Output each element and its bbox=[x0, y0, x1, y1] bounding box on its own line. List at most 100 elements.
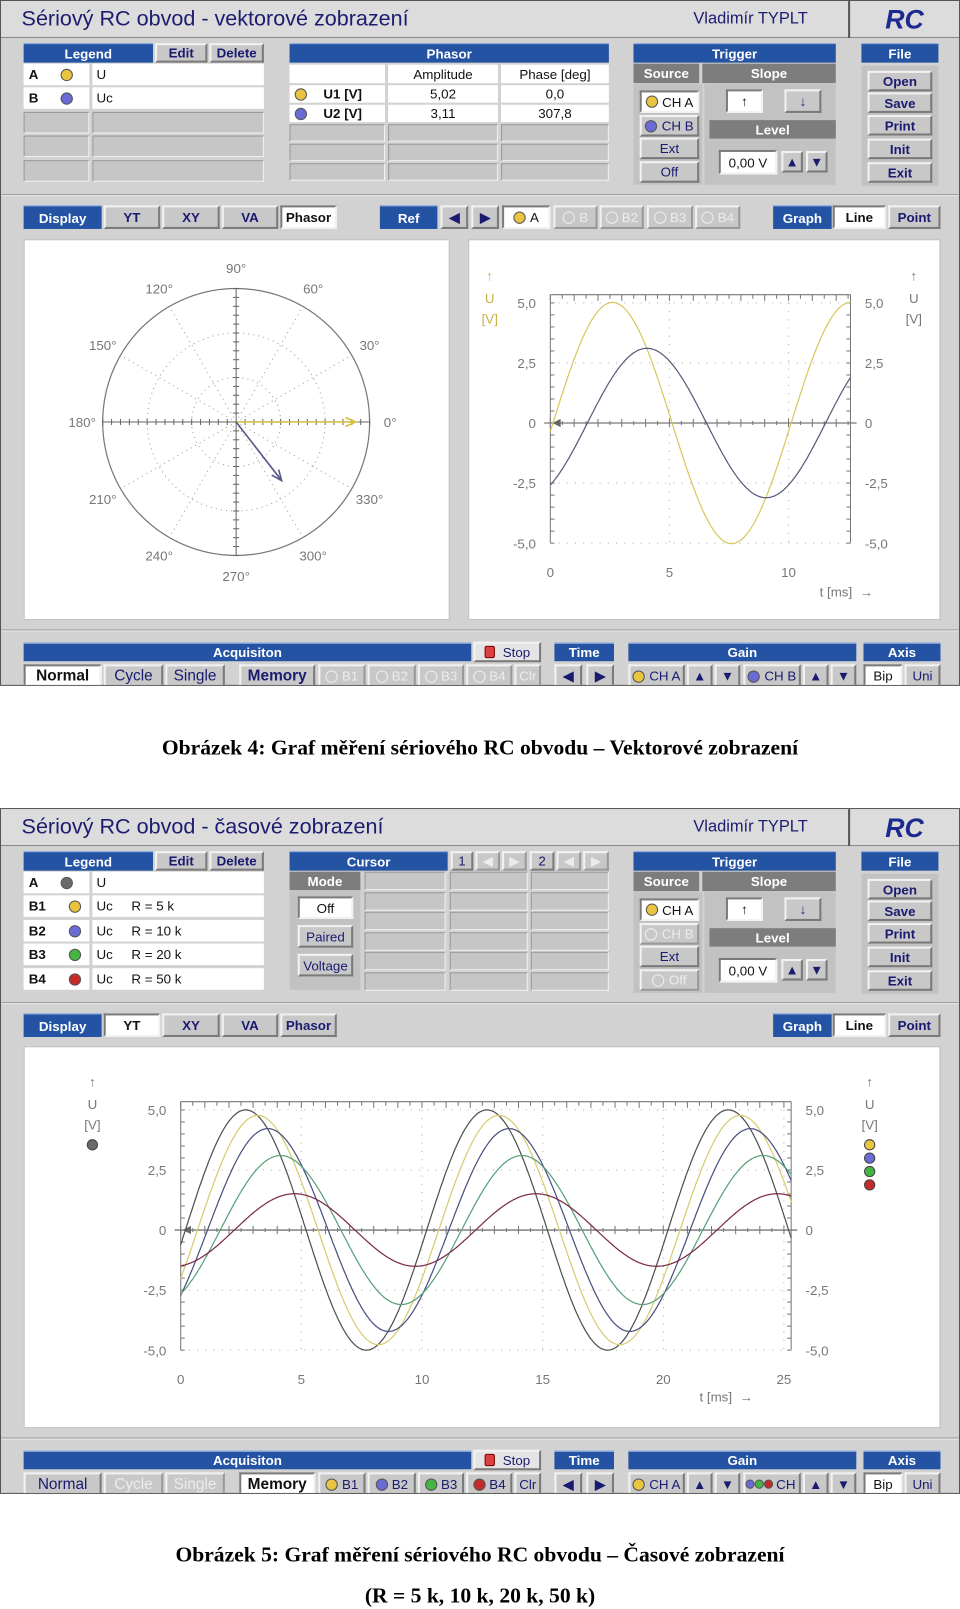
file-init-button[interactable]: Init bbox=[867, 138, 933, 160]
time-decrease-button[interactable]: ◀ bbox=[554, 1472, 583, 1493]
trigger-source-0-button[interactable]: CH A bbox=[639, 898, 700, 921]
legend-row-label[interactable]: Uc R = 10 k bbox=[92, 919, 264, 942]
gain-chb-button[interactable]: CH B bbox=[743, 1472, 801, 1493]
tab-va[interactable]: VA bbox=[221, 1013, 279, 1038]
clear-button[interactable]: Clr bbox=[514, 664, 542, 685]
legend-row-id[interactable]: B4 bbox=[23, 968, 90, 990]
level-input[interactable]: 0,00 V bbox=[718, 957, 778, 983]
gain-cha-up-button[interactable]: ▲ bbox=[686, 664, 713, 685]
stop-button[interactable]: Stop bbox=[473, 1449, 542, 1471]
memory-slot-0-button[interactable]: B1 bbox=[318, 1472, 366, 1493]
cursor-1-left-button[interactable]: ◀ bbox=[475, 851, 501, 871]
legend-row-id[interactable]: B2 bbox=[23, 919, 90, 942]
gain-chb-up-button[interactable]: ▲ bbox=[802, 664, 829, 685]
time-increase-button[interactable]: ▶ bbox=[586, 1472, 614, 1493]
delete-button[interactable]: Delete bbox=[209, 851, 264, 871]
legend-row-label[interactable]: Uc bbox=[92, 87, 264, 109]
memory-button[interactable]: Memory bbox=[239, 664, 316, 685]
gain-chb-down-button[interactable]: ▼ bbox=[830, 1472, 857, 1493]
trigger-source-2-button[interactable]: Ext bbox=[639, 945, 700, 968]
cursor-mode-1-button[interactable]: Paired bbox=[297, 925, 354, 948]
legend-row-id[interactable]: B3 bbox=[23, 943, 90, 966]
acq-mode-0-button[interactable]: Normal bbox=[23, 1472, 102, 1493]
gain-cha-down-button[interactable]: ▼ bbox=[714, 1472, 741, 1493]
cursor-1-button[interactable]: 1 bbox=[450, 851, 474, 871]
delete-button[interactable]: Delete bbox=[209, 43, 264, 63]
legend-row-label[interactable]: U bbox=[92, 63, 264, 86]
slope-up-button[interactable]: ↑ bbox=[725, 89, 763, 113]
time-increase-button[interactable]: ▶ bbox=[586, 664, 614, 685]
cursor-1-right-button[interactable]: ▶ bbox=[502, 851, 527, 871]
trigger-source-0-button[interactable]: CH A bbox=[639, 90, 700, 113]
trigger-source-1-button[interactable]: CH B bbox=[639, 114, 700, 137]
file-print-button[interactable]: Print bbox=[867, 923, 933, 944]
time-decrease-button[interactable]: ◀ bbox=[554, 664, 583, 685]
ref-next-button[interactable]: ▶ bbox=[471, 205, 499, 229]
acq-mode-0-button[interactable]: Normal bbox=[23, 664, 102, 685]
tab-yt[interactable]: YT bbox=[103, 1013, 161, 1038]
tab-phasor[interactable]: Phasor bbox=[280, 1013, 337, 1038]
cursor-2-button[interactable]: 2 bbox=[529, 851, 555, 871]
acq-mode-1-button[interactable]: Cycle bbox=[103, 664, 164, 685]
trigger-source-3-button[interactable]: Off bbox=[639, 161, 700, 183]
gain-cha-button[interactable]: CH A bbox=[628, 1472, 685, 1493]
legend-row-label[interactable]: Uc R = 5 k bbox=[92, 895, 264, 917]
level-up-button[interactable]: ▲ bbox=[781, 150, 803, 173]
gain-chb-up-button[interactable]: ▲ bbox=[802, 1472, 829, 1493]
gain-cha-down-button[interactable]: ▼ bbox=[714, 664, 741, 685]
axis-uni-button[interactable]: Uni bbox=[904, 664, 941, 685]
legend-row-id[interactable]: B1 bbox=[23, 895, 90, 917]
gain-chb-down-button[interactable]: ▼ bbox=[830, 664, 857, 685]
legend-row-id[interactable]: A bbox=[23, 871, 90, 894]
clear-button[interactable]: Clr bbox=[514, 1472, 542, 1493]
file-print-button[interactable]: Print bbox=[867, 114, 933, 136]
axis-bip-button[interactable]: Bip bbox=[863, 1472, 903, 1493]
edit-button[interactable]: Edit bbox=[155, 851, 208, 871]
cursor-2-left-button[interactable]: ◀ bbox=[556, 851, 582, 871]
file-save-button[interactable]: Save bbox=[867, 900, 933, 921]
legend-row-label[interactable]: U bbox=[92, 871, 264, 894]
level-down-button[interactable]: ▼ bbox=[805, 150, 828, 173]
legend-row-label[interactable]: Uc R = 50 k bbox=[92, 968, 264, 990]
tab-yt[interactable]: YT bbox=[103, 205, 161, 229]
tab-va[interactable]: VA bbox=[221, 205, 279, 229]
cursor-mode-2-button[interactable]: Voltage bbox=[297, 953, 354, 977]
gain-chb-button[interactable]: CH B bbox=[743, 664, 801, 685]
slope-up-button[interactable]: ↑ bbox=[725, 897, 763, 921]
level-down-button[interactable]: ▼ bbox=[805, 958, 828, 981]
memory-slot-3-button[interactable]: B4 bbox=[466, 1472, 513, 1493]
axis-uni-button[interactable]: Uni bbox=[904, 1472, 941, 1493]
graph-style-point[interactable]: Point bbox=[888, 205, 941, 229]
graph-style-line[interactable]: Line bbox=[832, 205, 887, 229]
ref-prev-button[interactable]: ◀ bbox=[440, 205, 469, 229]
cursor-mode-0-button[interactable]: Off bbox=[297, 896, 354, 919]
file-open-button[interactable]: Open bbox=[867, 878, 933, 900]
stop-button[interactable]: Stop bbox=[473, 641, 542, 663]
gain-cha-button[interactable]: CH A bbox=[628, 664, 685, 685]
legend-row-id[interactable]: A bbox=[23, 63, 90, 86]
level-up-button[interactable]: ▲ bbox=[781, 958, 803, 981]
trigger-source-2-button[interactable]: Ext bbox=[639, 137, 700, 160]
level-input[interactable]: 0,00 V bbox=[718, 149, 778, 175]
file-exit-button[interactable]: Exit bbox=[867, 162, 933, 183]
ref-channel-0-button[interactable]: A bbox=[502, 205, 551, 229]
slope-down-button[interactable]: ↓ bbox=[784, 897, 822, 921]
cursor-2-right-button[interactable]: ▶ bbox=[583, 851, 609, 871]
tab-xy[interactable]: XY bbox=[162, 205, 220, 229]
file-save-button[interactable]: Save bbox=[867, 92, 933, 113]
slope-down-button[interactable]: ↓ bbox=[784, 89, 822, 113]
memory-slot-2-button[interactable]: B3 bbox=[417, 1472, 465, 1493]
legend-row-id[interactable]: B bbox=[23, 87, 90, 109]
graph-style-point[interactable]: Point bbox=[888, 1013, 941, 1038]
file-open-button[interactable]: Open bbox=[867, 70, 933, 92]
legend-row-label[interactable]: Uc R = 20 k bbox=[92, 943, 264, 966]
file-exit-button[interactable]: Exit bbox=[867, 970, 933, 991]
tab-phasor[interactable]: Phasor bbox=[280, 205, 337, 229]
memory-button[interactable]: Memory bbox=[239, 1472, 316, 1493]
memory-slot-1-button[interactable]: B2 bbox=[367, 1472, 416, 1493]
edit-button[interactable]: Edit bbox=[155, 43, 208, 63]
graph-style-line[interactable]: Line bbox=[832, 1013, 887, 1038]
gain-cha-up-button[interactable]: ▲ bbox=[686, 1472, 713, 1493]
axis-bip-button[interactable]: Bip bbox=[863, 664, 903, 685]
file-init-button[interactable]: Init bbox=[867, 946, 933, 968]
